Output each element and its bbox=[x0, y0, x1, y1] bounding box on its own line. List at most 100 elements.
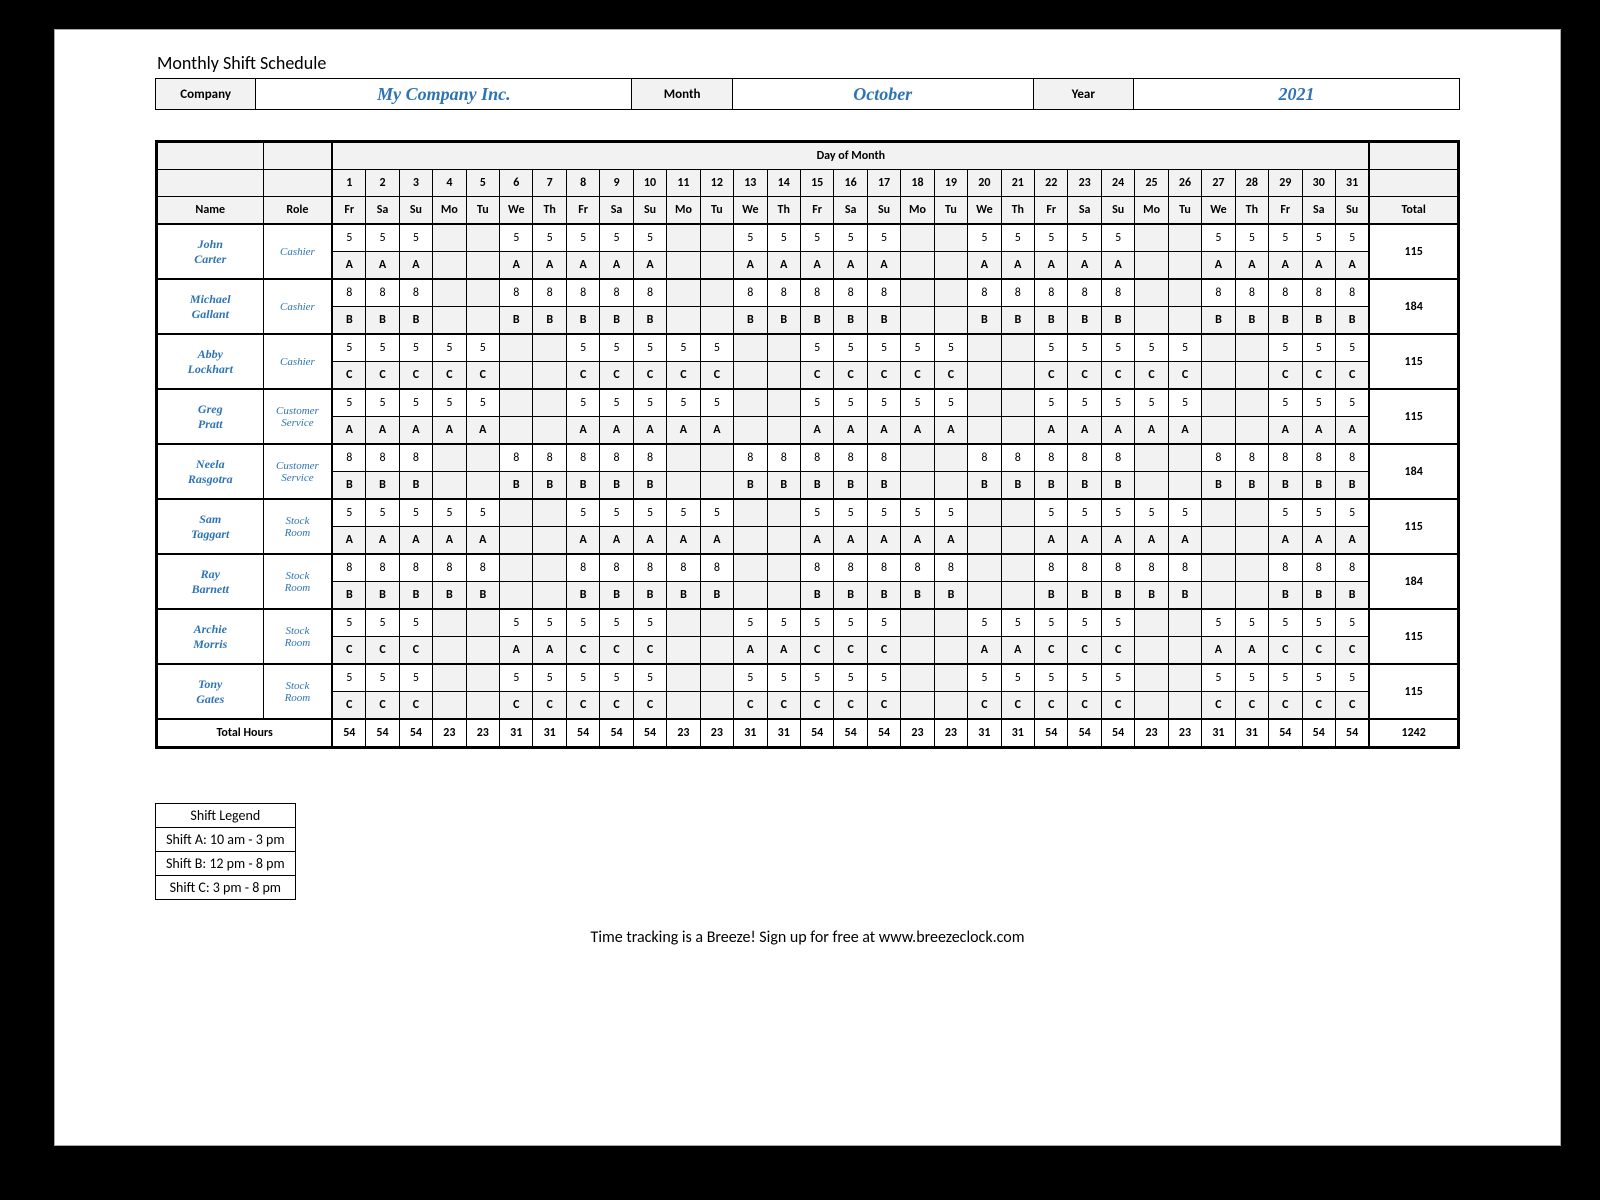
hour-cell: 5 bbox=[1101, 224, 1134, 252]
hour-cell: 5 bbox=[566, 224, 599, 252]
hour-cell: 5 bbox=[433, 499, 466, 527]
legend-row: Shift A: 10 am - 3 pm bbox=[156, 828, 295, 852]
hour-cell bbox=[767, 334, 800, 362]
hour-cell: 5 bbox=[533, 224, 566, 252]
shift-cell: B bbox=[1001, 307, 1034, 335]
hour-cell: 8 bbox=[800, 444, 833, 472]
hour-cell: 8 bbox=[332, 279, 365, 307]
shift-cell: C bbox=[834, 692, 867, 720]
hour-cell: 5 bbox=[633, 609, 666, 637]
hour-cell: 8 bbox=[600, 279, 633, 307]
shift-cell bbox=[700, 252, 733, 280]
hour-cell bbox=[968, 389, 1001, 417]
hour-cell: 5 bbox=[1101, 499, 1134, 527]
shift-cell bbox=[968, 362, 1001, 390]
shift-cell: C bbox=[500, 692, 533, 720]
hour-cell: 8 bbox=[633, 444, 666, 472]
employee-total: 184 bbox=[1369, 279, 1458, 334]
hour-cell: 5 bbox=[1135, 334, 1168, 362]
shift-cell: A bbox=[1335, 252, 1369, 280]
day-total: 23 bbox=[466, 719, 499, 748]
hour-cell: 5 bbox=[1302, 609, 1335, 637]
hour-cell bbox=[934, 609, 967, 637]
shift-cell: A bbox=[901, 527, 934, 555]
shift-cell: A bbox=[1001, 252, 1034, 280]
hour-cell: 5 bbox=[767, 609, 800, 637]
hour-cell: 8 bbox=[600, 444, 633, 472]
hour-cell: 5 bbox=[566, 664, 599, 692]
shift-cell bbox=[433, 637, 466, 665]
shift-cell bbox=[466, 472, 499, 500]
hour-cell bbox=[433, 664, 466, 692]
dow-header: Fr bbox=[1269, 197, 1302, 225]
day-number: 6 bbox=[500, 170, 533, 197]
employee-total: 184 bbox=[1369, 554, 1458, 609]
hour-cell: 5 bbox=[332, 389, 365, 417]
shift-cell: A bbox=[1068, 527, 1101, 555]
hour-cell bbox=[1168, 664, 1201, 692]
hour-cell: 8 bbox=[901, 554, 934, 582]
shift-cell: A bbox=[366, 252, 399, 280]
hour-cell bbox=[968, 499, 1001, 527]
hour-cell: 5 bbox=[633, 664, 666, 692]
shift-cell: C bbox=[800, 692, 833, 720]
shift-cell: B bbox=[834, 472, 867, 500]
hour-cell: 5 bbox=[399, 224, 432, 252]
shift-cell: B bbox=[1335, 582, 1369, 610]
hour-cell: 8 bbox=[533, 444, 566, 472]
employee-role: StockRoom bbox=[263, 499, 332, 554]
shift-cell: A bbox=[533, 637, 566, 665]
shift-cell: A bbox=[1302, 252, 1335, 280]
dow-header: Tu bbox=[700, 197, 733, 225]
hour-cell bbox=[667, 224, 700, 252]
hour-cell: 5 bbox=[1202, 609, 1235, 637]
shift-cell: A bbox=[1269, 417, 1302, 445]
hour-cell: 8 bbox=[633, 279, 666, 307]
hour-cell bbox=[466, 444, 499, 472]
hour-cell: 8 bbox=[1269, 279, 1302, 307]
blank bbox=[263, 142, 332, 170]
shift-cell: A bbox=[332, 417, 365, 445]
hour-cell: 5 bbox=[399, 499, 432, 527]
hour-cell: 8 bbox=[1135, 554, 1168, 582]
shift-cell: B bbox=[834, 582, 867, 610]
hour-cell: 5 bbox=[734, 224, 767, 252]
hour-cell: 5 bbox=[934, 389, 967, 417]
hour-cell: 8 bbox=[1068, 279, 1101, 307]
hour-cell bbox=[700, 609, 733, 637]
shift-cell: A bbox=[1001, 637, 1034, 665]
hour-cell: 5 bbox=[1269, 334, 1302, 362]
hour-cell: 5 bbox=[667, 389, 700, 417]
shift-cell: C bbox=[399, 637, 432, 665]
shift-cell: B bbox=[867, 307, 900, 335]
shift-cell: A bbox=[332, 527, 365, 555]
hour-cell: 5 bbox=[533, 609, 566, 637]
hour-cell bbox=[1202, 554, 1235, 582]
shift-cell: B bbox=[566, 307, 599, 335]
shift-cell bbox=[466, 252, 499, 280]
hour-cell: 5 bbox=[867, 334, 900, 362]
shift-cell: B bbox=[533, 307, 566, 335]
hour-cell: 5 bbox=[1068, 334, 1101, 362]
hour-cell: 8 bbox=[968, 444, 1001, 472]
hour-cell: 8 bbox=[332, 554, 365, 582]
shift-cell: C bbox=[533, 692, 566, 720]
shift-cell bbox=[968, 582, 1001, 610]
hour-cell bbox=[533, 334, 566, 362]
hour-cell bbox=[1135, 609, 1168, 637]
hour-cell: 5 bbox=[1235, 664, 1268, 692]
shift-cell bbox=[901, 307, 934, 335]
hour-cell bbox=[700, 664, 733, 692]
hour-cell: 5 bbox=[1068, 499, 1101, 527]
hour-cell: 8 bbox=[433, 554, 466, 582]
shift-cell bbox=[700, 637, 733, 665]
shift-cell: A bbox=[934, 527, 967, 555]
shift-cell bbox=[1235, 362, 1268, 390]
shift-cell: B bbox=[800, 582, 833, 610]
hour-cell: 5 bbox=[1335, 389, 1369, 417]
dow-header: Sa bbox=[834, 197, 867, 225]
shift-cell bbox=[734, 527, 767, 555]
hour-cell bbox=[767, 389, 800, 417]
hour-cell: 8 bbox=[1235, 279, 1268, 307]
shift-cell: B bbox=[1335, 472, 1369, 500]
